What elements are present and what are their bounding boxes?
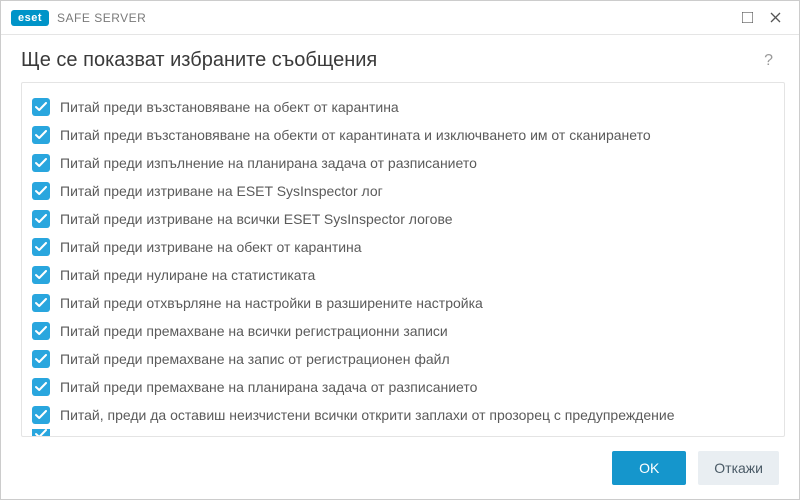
minimize-icon (742, 12, 753, 23)
check-icon (35, 354, 47, 364)
cancel-button[interactable]: Откажи (698, 451, 779, 485)
list-item-label: Питай преди нулиране на статистиката (60, 267, 315, 283)
checkbox[interactable] (32, 378, 50, 396)
list-item-label: Питай преди изтриване на ESET SysInspect… (60, 183, 383, 199)
check-icon (35, 102, 47, 112)
checkbox[interactable] (32, 322, 50, 340)
check-icon (35, 130, 47, 140)
checkbox[interactable] (32, 154, 50, 172)
brand-badge: eset (11, 10, 49, 26)
list-item: Питай преди изтриване на обект от карант… (28, 233, 774, 261)
list-item: Питай преди премахване на запис от регис… (28, 345, 774, 373)
help-button[interactable]: ? (758, 50, 779, 72)
check-icon (35, 326, 47, 336)
minimize-button[interactable] (733, 6, 761, 30)
dialog-header: Ще се показват избраните съобщения ? (1, 35, 799, 82)
checkbox[interactable] (32, 266, 50, 284)
checkbox[interactable] (32, 98, 50, 116)
dialog-title: Ще се показват избраните съобщения (21, 49, 758, 72)
close-icon (770, 12, 781, 23)
list-item: Питай преди изтриване на всички ESET Sys… (28, 205, 774, 233)
list-item (28, 429, 774, 437)
list-item-label: Питай преди възстановяване на обект от к… (60, 99, 399, 115)
ok-button[interactable]: OK (612, 451, 686, 485)
list-item: Питай, преди да оставиш неизчистени всич… (28, 401, 774, 429)
titlebar: eset SAFE SERVER (1, 1, 799, 35)
check-icon (35, 270, 47, 280)
list-item-label: Питай преди изтриване на всички ESET Sys… (60, 211, 453, 227)
list-item: Питай преди отхвърляне на настройки в ра… (28, 289, 774, 317)
checkbox[interactable] (32, 429, 50, 437)
list-item: Питай преди премахване на планирана зада… (28, 373, 774, 401)
list-item-label: Питай преди изтриване на обект от карант… (60, 239, 362, 255)
list-item: Питай преди възстановяване на обект от к… (28, 93, 774, 121)
brand-product: SAFE SERVER (57, 11, 146, 25)
check-icon (35, 410, 47, 420)
list-item-label: Питай преди премахване на всички регистр… (60, 323, 448, 339)
list-item-label: Питай преди възстановяване на обекти от … (60, 127, 651, 143)
list-item: Питай преди изтриване на ESET SysInspect… (28, 177, 774, 205)
list-item: Питай преди премахване на всички регистр… (28, 317, 774, 345)
check-icon (35, 298, 47, 308)
checkbox[interactable] (32, 406, 50, 424)
list-item: Питай преди възстановяване на обекти от … (28, 121, 774, 149)
check-icon (35, 158, 47, 168)
list-item-label: Питай преди отхвърляне на настройки в ра… (60, 295, 483, 311)
checkbox[interactable] (32, 182, 50, 200)
options-list[interactable]: Питай преди възстановяване на обект от к… (21, 82, 785, 437)
check-icon (35, 186, 47, 196)
list-item-label: Питай преди премахване на планирана зада… (60, 379, 477, 395)
list-item: Питай преди изпълнение на планирана зада… (28, 149, 774, 177)
checkbox[interactable] (32, 210, 50, 228)
check-icon (35, 242, 47, 252)
check-icon (35, 214, 47, 224)
close-button[interactable] (761, 6, 789, 30)
checkbox[interactable] (32, 238, 50, 256)
list-item-label: Питай преди изпълнение на планирана зада… (60, 155, 477, 171)
check-icon (35, 429, 47, 437)
checkbox[interactable] (32, 350, 50, 368)
dialog-footer: OK Откажи (1, 437, 799, 499)
checkbox[interactable] (32, 126, 50, 144)
dialog-window: eset SAFE SERVER Ще се показват избранит… (0, 0, 800, 500)
list-item-label: Питай, преди да оставиш неизчистени всич… (60, 407, 674, 423)
check-icon (35, 382, 47, 392)
list-item-label: Питай преди премахване на запис от регис… (60, 351, 450, 367)
checkbox[interactable] (32, 294, 50, 312)
dialog-body: Питай преди възстановяване на обект от к… (1, 82, 799, 437)
list-item: Питай преди нулиране на статистиката (28, 261, 774, 289)
